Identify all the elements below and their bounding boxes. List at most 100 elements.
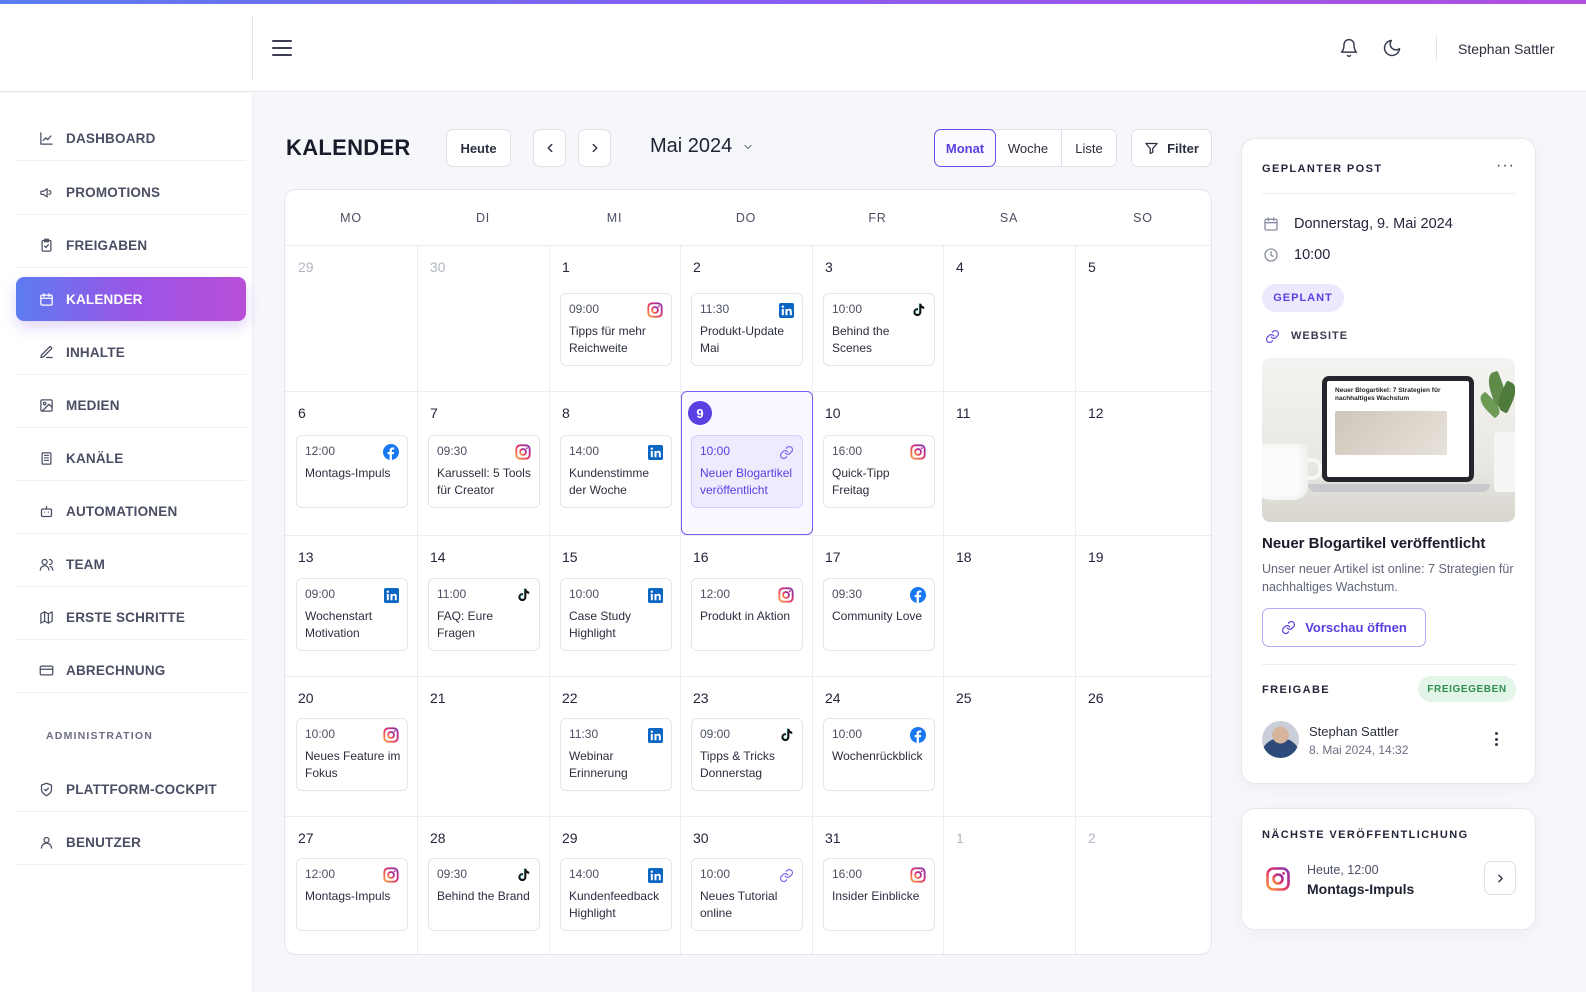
sidebar-item-inhalte[interactable]: INHALTE (16, 331, 246, 375)
sidebar-item-kalender[interactable]: KALENDER (16, 277, 246, 321)
day-number[interactable]: 2 (1088, 830, 1096, 846)
day-number[interactable]: 28 (430, 830, 446, 846)
day-number[interactable]: 19 (1088, 549, 1104, 565)
more-vertical-icon[interactable] (1490, 729, 1502, 749)
event-card[interactable]: 10:00 Neues Tutorial online (691, 858, 803, 931)
sidebar-item-promotions[interactable]: PROMOTIONS (16, 171, 246, 215)
sidebar-item-benutzer[interactable]: BENUTZER (16, 821, 246, 865)
preview-open-button[interactable]: Vorschau öffnen (1262, 608, 1426, 647)
event-card[interactable]: 09:00 Wochenstart Motivation (296, 578, 408, 651)
day-number[interactable]: 1 (562, 259, 570, 275)
tiktok-icon (515, 587, 531, 603)
event-card[interactable]: 10:00 Behind the Scenes (823, 293, 935, 366)
event-card[interactable]: 09:00 Tipps für mehr Reichweite (560, 293, 672, 366)
day-number[interactable]: 5 (1088, 259, 1096, 275)
day-number[interactable]: 2 (693, 259, 701, 275)
day-number[interactable]: 21 (430, 690, 446, 706)
event-card[interactable]: 10:00 Case Study Highlight (560, 578, 672, 651)
event-title: Behind the Brand (437, 889, 530, 903)
event-card[interactable]: 11:30 Produkt-Update Mai (691, 293, 803, 366)
day-number[interactable]: 26 (1088, 690, 1104, 706)
linkedin-icon (647, 444, 663, 460)
day-number[interactable]: 24 (825, 690, 841, 706)
event-card[interactable]: 16:00 Insider Einblicke (823, 858, 935, 931)
event-card[interactable]: 12:00 Montags-Impuls (296, 435, 408, 508)
event-card[interactable]: 10:00 Neuer Blogartikel veröffentlicht (691, 435, 803, 508)
day-number[interactable]: 29 (562, 830, 578, 846)
post-title: Neuer Blogartikel veröffentlicht (1262, 535, 1486, 552)
sidebar-item-freigaben[interactable]: FREIGABEN (16, 224, 246, 268)
day-number[interactable]: 10 (825, 405, 841, 421)
event-card[interactable]: 09:00 Tipps & Tricks Donnerstag (691, 718, 803, 791)
day-number[interactable]: 27 (298, 830, 314, 846)
day-number[interactable]: 13 (298, 549, 314, 565)
next-open-button[interactable] (1484, 861, 1516, 895)
view-list-tab[interactable]: Liste (1062, 130, 1116, 166)
event-card[interactable]: 10:00 Neues Feature im Fokus (296, 718, 408, 791)
day-number[interactable]: 29 (298, 259, 314, 275)
event-card[interactable]: 11:30 Webinar Erinnerung (560, 718, 672, 791)
event-title: Karussell: 5 Tools für Creator (437, 466, 531, 497)
day-number[interactable]: 11 (956, 405, 971, 421)
day-number[interactable]: 12 (1088, 405, 1104, 421)
day-number[interactable]: 7 (430, 405, 438, 421)
event-title: Kundenfeedback Highlight (569, 889, 660, 920)
today-button[interactable]: Heute (446, 129, 511, 167)
day-number[interactable]: 25 (956, 690, 972, 706)
panel-title: NÄCHSTE VERÖFFENTLICHUNG (1262, 829, 1469, 841)
post-text: Unser neuer Artikel ist online: 7 Strate… (1262, 562, 1514, 594)
view-month-tab[interactable]: Monat (934, 129, 996, 167)
day-number[interactable]: 17 (825, 549, 841, 565)
day-number[interactable]: 30 (693, 830, 709, 846)
approver-name: Stephan Sattler (1309, 724, 1399, 739)
day-number[interactable]: 31 (825, 830, 841, 846)
event-card[interactable]: 14:00 Kundenstimme der Woche (560, 435, 672, 508)
event-card[interactable]: 10:00 Wochenrückblick (823, 718, 935, 791)
event-card[interactable]: 09:30 Community Love (823, 578, 935, 651)
user-name[interactable]: Stephan Sattler (1458, 41, 1555, 57)
preview-heading: Neuer Blogartikel: 7 Strategien für nach… (1335, 387, 1441, 402)
menu-toggle-icon[interactable] (272, 40, 292, 56)
bell-icon[interactable] (1337, 36, 1361, 60)
day-number[interactable]: 23 (693, 690, 709, 706)
facebook-icon (383, 444, 399, 460)
status-badge: GEPLANT (1262, 284, 1344, 312)
day-number[interactable]: 6 (298, 405, 306, 421)
sidebar-item-abrechnung[interactable]: ABRECHNUNG (16, 649, 246, 693)
sidebar-item-erste-schritte[interactable]: ERSTE SCHRITTE (16, 596, 246, 640)
day-number[interactable]: 1 (956, 830, 964, 846)
sidebar-item-plattform-cockpit[interactable]: PLATTFORM-COCKPIT (16, 768, 246, 812)
day-number[interactable]: 3 (825, 259, 833, 275)
sidebar-item-kanaele[interactable]: KANÄLE (16, 437, 246, 481)
sidebar-item-medien[interactable]: MEDIEN (16, 384, 246, 428)
sidebar-item-dashboard[interactable]: DASHBOARD (16, 117, 246, 161)
sidebar-item-team[interactable]: TEAM (16, 543, 246, 587)
event-card[interactable]: 09:30 Karussell: 5 Tools für Creator (428, 435, 540, 508)
sidebar-item-automationen[interactable]: AUTOMATIONEN (16, 490, 246, 534)
event-card[interactable]: 09:30 Behind the Brand (428, 858, 540, 931)
day-number[interactable]: 16 (693, 549, 709, 565)
event-card[interactable]: 16:00 Quick-Tipp Freitag (823, 435, 935, 508)
day-number[interactable]: 8 (562, 405, 570, 421)
sidebar-item-label: BENUTZER (66, 835, 142, 850)
month-picker[interactable]: Mai 2024 (650, 135, 754, 158)
next-month-button[interactable] (578, 129, 611, 167)
view-week-tab[interactable]: Woche (995, 130, 1062, 166)
moon-icon[interactable] (1380, 36, 1404, 60)
filter-button[interactable]: Filter (1131, 129, 1212, 167)
day-number[interactable]: 15 (562, 549, 578, 565)
prev-month-button[interactable] (533, 129, 566, 167)
day-number[interactable]: 22 (562, 690, 578, 706)
more-horizontal-icon[interactable]: ··· (1496, 157, 1515, 175)
day-number[interactable]: 18 (956, 549, 972, 565)
event-card[interactable]: 12:00 Produkt in Aktion (691, 578, 803, 651)
day-number[interactable]: 30 (430, 259, 446, 275)
avatar (1262, 721, 1299, 758)
event-card[interactable]: 12:00 Montags-Impuls (296, 858, 408, 931)
today-badge[interactable]: 9 (688, 401, 712, 425)
event-card[interactable]: 11:00 FAQ: Eure Fragen (428, 578, 540, 651)
day-number[interactable]: 20 (298, 690, 314, 706)
day-number[interactable]: 4 (956, 259, 964, 275)
day-number[interactable]: 14 (430, 549, 446, 565)
event-card[interactable]: 14:00 Kundenfeedback Highlight (560, 858, 672, 931)
